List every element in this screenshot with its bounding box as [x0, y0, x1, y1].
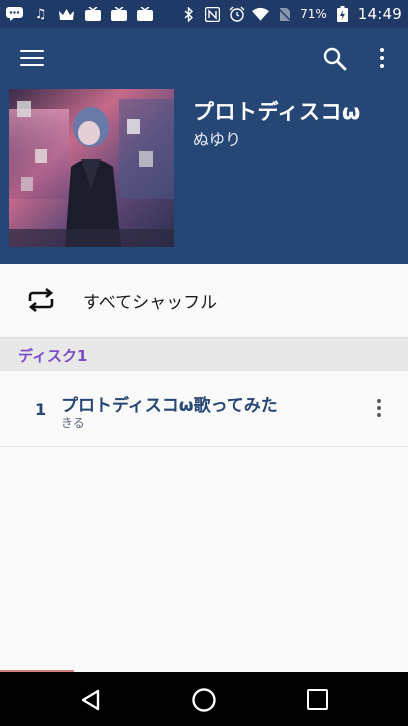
album-title: プロトディスコω — [193, 100, 361, 124]
more-vert-icon — [380, 48, 384, 52]
track-number: 1 — [35, 400, 47, 419]
hamburger-line — [20, 57, 44, 59]
shuffle-all-button[interactable]: すべてシャッフル — [0, 264, 408, 336]
disc-section-header: ディスク1 — [0, 337, 408, 371]
album-header: プロトディスコω ぬゆり — [0, 28, 408, 264]
wifi-icon — [252, 7, 270, 22]
menu-button[interactable] — [20, 50, 44, 70]
clock: 14:49 — [357, 5, 402, 23]
more-vert-icon — [377, 399, 381, 403]
track-row[interactable]: 1 プロトディスコω歌ってみた きる — [0, 371, 408, 447]
shuffle-all-label: すべてシャッフル — [83, 293, 218, 313]
more-dot — [377, 413, 381, 417]
tv-icon — [136, 7, 153, 22]
battery-percent: 71% — [300, 7, 327, 21]
home-icon[interactable] — [191, 687, 217, 713]
tv-icon — [110, 7, 127, 22]
system-navigation-bar — [0, 672, 408, 726]
album-artist: ぬゆり — [193, 130, 242, 149]
no-sim-icon — [276, 6, 293, 22]
hamburger-line — [20, 64, 44, 66]
nfc-icon — [204, 6, 221, 22]
alarm-icon — [228, 6, 245, 22]
album-artwork[interactable] — [9, 89, 174, 247]
search-icon — [323, 47, 347, 71]
tv-icon — [84, 7, 101, 22]
more-dot — [380, 64, 384, 68]
repeat-shuffle-icon — [28, 288, 54, 312]
crown-icon — [58, 7, 75, 22]
bluetooth-icon — [180, 6, 197, 22]
overflow-menu-button[interactable] — [374, 48, 390, 72]
hamburger-icon — [20, 50, 44, 52]
system-icons: 71% 14:49 — [180, 5, 402, 23]
music-note-icon: ♫ — [34, 6, 47, 22]
track-overflow-button[interactable] — [374, 399, 384, 419]
track-title: プロトディスコω歌ってみた — [61, 396, 278, 416]
battery-charging-icon — [334, 6, 351, 22]
search-button[interactable] — [322, 46, 348, 72]
back-icon[interactable] — [79, 688, 103, 712]
notification-icons: ♫ — [6, 7, 153, 22]
more-dot — [377, 406, 381, 410]
track-artist: きる — [61, 416, 85, 430]
recents-icon[interactable] — [307, 689, 328, 710]
disc-label: ディスク1 — [18, 347, 88, 365]
chat-icon — [6, 7, 23, 22]
more-dot — [380, 56, 384, 60]
status-bar: ♫ 71% 14:49 — [0, 0, 408, 28]
